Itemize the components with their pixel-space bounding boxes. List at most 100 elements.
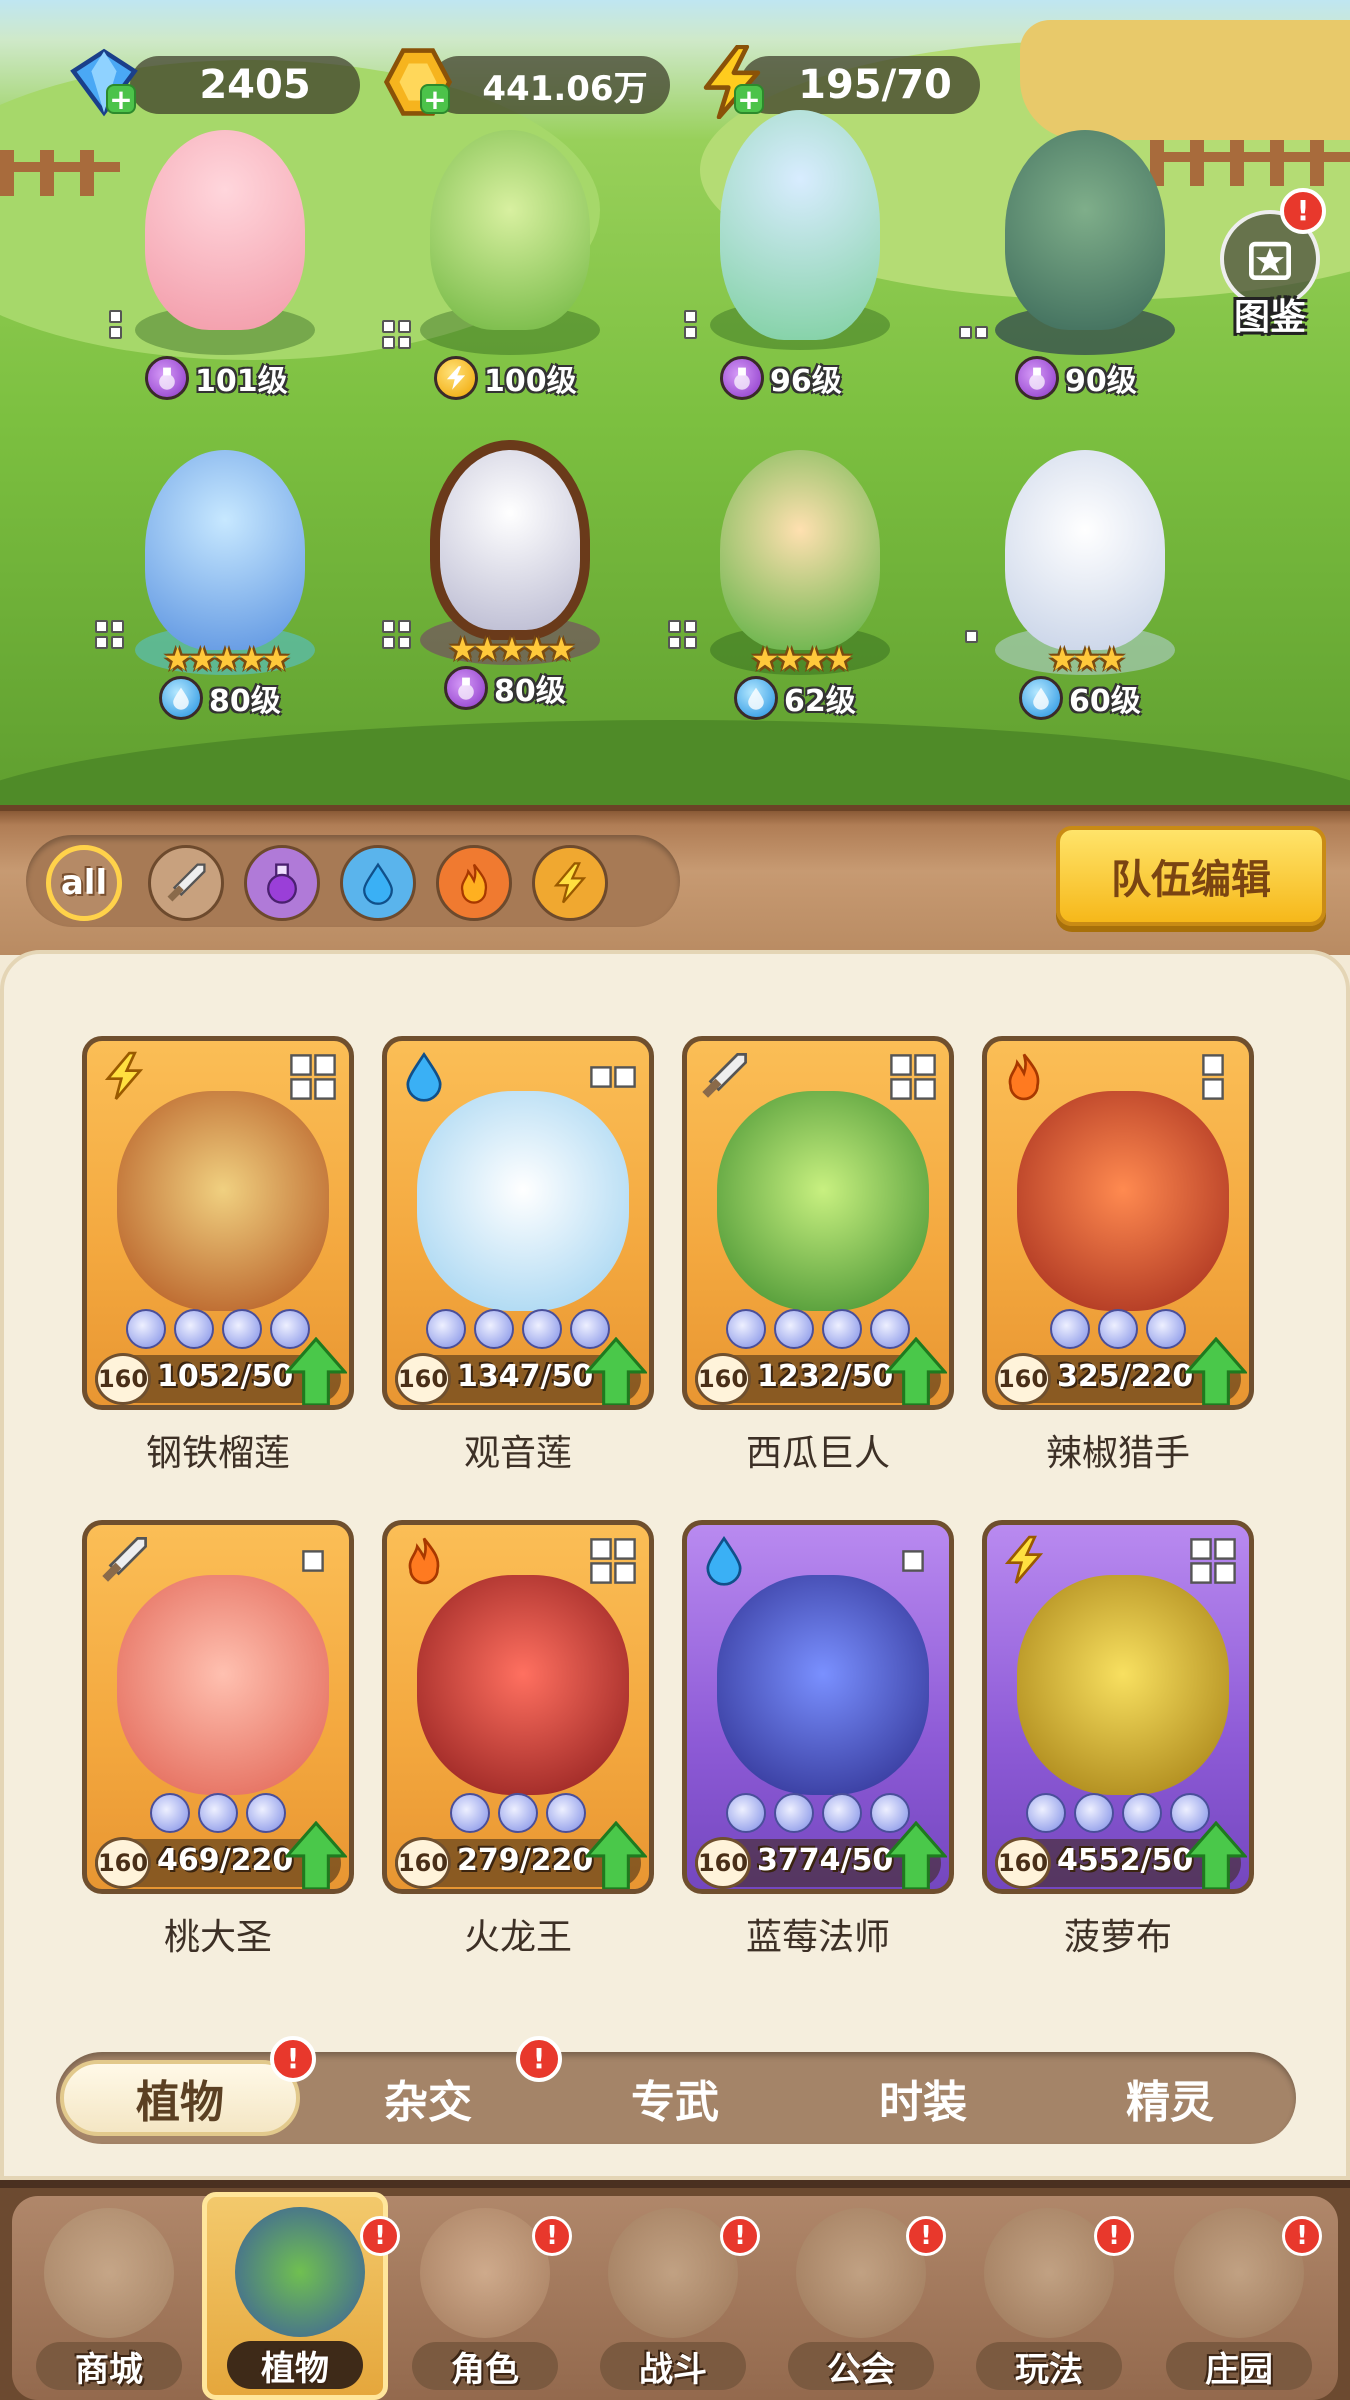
water-drop-icon [706,1535,742,1586]
nav-gameplay-alert-badge: ! [1094,2216,1134,2256]
add-gems-icon[interactable]: + [106,84,136,114]
slot-grid-icon [890,1054,936,1100]
card-fragment-count: 1347/50 [457,1359,594,1394]
upgrade-arrow-icon[interactable] [285,1337,347,1409]
hero-portrait [145,130,305,330]
card-level: 160 [695,1837,751,1889]
card-name: 钢铁榴莲 [145,1433,290,1474]
lightning-icon [553,862,587,904]
plant-card-pineapple[interactable]: 160 4552/50 [982,1520,1254,1894]
hero-stars: ★★★ [1047,640,1126,678]
character-icon [420,2208,550,2338]
plant-card-peach-sage[interactable]: 160 469/220 [82,1520,354,1894]
gold-coin-icon[interactable]: + [376,40,460,124]
plant-card-chili-hunter[interactable]: 160 325/220 [982,1036,1254,1410]
water-drop-icon [734,676,778,720]
tab-spirit[interactable]: 精灵 [1050,2060,1290,2136]
plant-card-steel-durian[interactable]: 160 1052/50 [82,1036,354,1410]
hero-portrait [720,450,880,650]
card-level: 160 [395,1837,451,1889]
card-level: 160 [995,1837,1051,1889]
tab-hybrid[interactable]: 杂交 [308,2060,548,2136]
card-fragment-count: 1052/50 [157,1359,294,1394]
card-name: 西瓜巨人 [745,1433,890,1474]
plant-portrait [1017,1575,1229,1795]
lineup-hero-5[interactable]: ★★★★★ 80级 [95,450,335,720]
tab-exclusive-weapon[interactable]: 专武 [555,2060,795,2136]
card-level: 160 [695,1353,751,1405]
card-name: 辣椒猎手 [1045,1433,1190,1474]
lightning-icon [434,356,478,400]
hero-portrait [430,440,590,640]
plant-card-fire-dragon-king[interactable]: 160 279/220 [382,1520,654,1894]
fire-icon [408,1537,440,1585]
filter-fire-button[interactable] [436,845,512,921]
upgrade-arrow-icon[interactable] [1185,1821,1247,1893]
add-gold-icon[interactable]: + [420,84,450,114]
plant-portrait [717,1091,929,1311]
tab-plants-alert-badge: ! [270,2036,316,2082]
card-level: 160 [95,1837,151,1889]
card-name: 观音莲 [463,1433,572,1474]
upgrade-arrow-icon[interactable] [585,1337,647,1409]
filter-potion-button[interactable] [244,845,320,921]
hero-level: 96级 [720,356,842,400]
upgrade-arrow-icon[interactable] [885,1337,947,1409]
plants-icon [235,2207,365,2337]
filter-water-button[interactable] [340,845,416,921]
lightning-icon [104,1051,144,1100]
lineup-hero-4[interactable]: 90级 [959,130,1195,400]
nav-plants[interactable]: 植物 [202,2192,388,2400]
card-fragment-count: 1232/50 [757,1359,894,1394]
upgrade-arrow-icon[interactable] [285,1821,347,1893]
battle-icon [608,2208,738,2338]
plant-card-guanyin-lotus[interactable]: 160 1347/50 [382,1036,654,1410]
fire-icon [1008,1053,1040,1101]
team-edit-button[interactable]: 队伍编辑 [1056,826,1326,926]
lineup-hero-7[interactable]: ★★★★ 62级 [668,450,910,720]
plant-portrait [117,1091,329,1311]
filter-all-label: all [60,863,108,903]
card-name: 火龙王 [463,1917,572,1958]
filter-lightning-button[interactable] [532,845,608,921]
lineup-hero-1[interactable]: 101级 [109,130,335,400]
upgrade-arrow-icon[interactable] [585,1821,647,1893]
slot-indicator-icon [676,310,706,340]
plant-card-blueberry-mage[interactable]: 160 3774/50 [682,1520,954,1894]
nav-character-alert-badge: ! [532,2216,572,2256]
potion-icon [145,356,189,400]
card-name: 蓝莓法师 [745,1917,890,1958]
upgrade-arrow-icon[interactable] [1185,1337,1247,1409]
potion-icon [1015,356,1059,400]
hero-portrait [145,450,305,650]
filter-sword-button[interactable] [148,845,224,921]
hero-level: 80级 [444,666,566,710]
energy-value: 195/70 [798,62,952,108]
slot-grid-icon [290,1054,336,1100]
hero-stars: ★★★★ [750,640,854,678]
lineup-hero-2[interactable]: 100级 [382,130,620,400]
lineup-hero-8[interactable]: ★★★ 60级 [965,450,1195,720]
plant-card-watermelon-giant[interactable]: 160 1232/50 [682,1036,954,1410]
slot-indicator-icon [101,310,131,340]
card-fragment-count: 4552/50 [1057,1843,1194,1878]
filter-all-button[interactable]: all [46,845,122,921]
hero-portrait [1005,450,1165,650]
gold-counter: 441.06万 [430,56,670,114]
lightning-icon [1004,1535,1044,1584]
shop-icon [44,2208,174,2338]
upgrade-arrow-icon[interactable] [885,1821,947,1893]
fire-icon [460,863,488,904]
hero-stars: ★★★★★ [448,630,575,668]
tab-plants[interactable]: 植物 [60,2060,300,2136]
lineup-hero-6[interactable]: ★★★★★ 80级 [382,440,620,710]
water-drop-icon [159,676,203,720]
hero-level: 90级 [1015,356,1137,400]
card-name: 桃大圣 [163,1917,272,1958]
atlas-label: 图鉴 [1233,297,1306,338]
tab-costume[interactable]: 时装 [803,2060,1043,2136]
lineup-hero-3[interactable]: 96级 [684,110,910,400]
nav-shop[interactable]: 商城 [16,2198,202,2398]
gem-icon[interactable]: + [62,40,146,124]
hero-stars: ★★★★★ [163,640,290,678]
